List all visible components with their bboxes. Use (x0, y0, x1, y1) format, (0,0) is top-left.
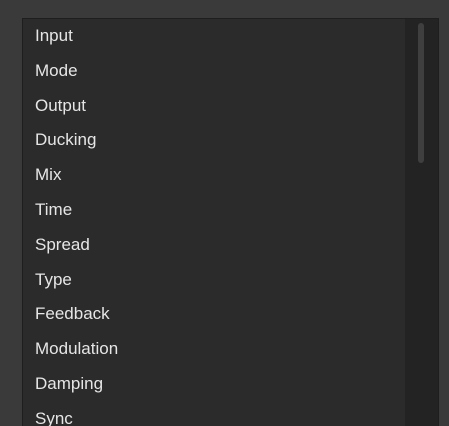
scrollbar-track[interactable] (405, 19, 438, 426)
list-item-output[interactable]: Output (23, 89, 405, 124)
list-item-time[interactable]: Time (23, 193, 405, 228)
list-item-ducking[interactable]: Ducking (23, 123, 405, 158)
list-item-type[interactable]: Type (23, 263, 405, 298)
list-item-modulation[interactable]: Modulation (23, 332, 405, 367)
list-item-feedback[interactable]: Feedback (23, 297, 405, 332)
list-item-damping[interactable]: Damping (23, 367, 405, 402)
list-item-mode[interactable]: Mode (23, 54, 405, 89)
parameter-list[interactable]: Input Mode Output Ducking Mix Time Sprea… (23, 19, 405, 426)
parameter-list-panel: Input Mode Output Ducking Mix Time Sprea… (22, 18, 439, 426)
window-background: Input Mode Output Ducking Mix Time Sprea… (0, 0, 449, 426)
list-item-input[interactable]: Input (23, 19, 405, 54)
list-item-mix[interactable]: Mix (23, 158, 405, 193)
list-item-sync[interactable]: Sync (23, 402, 405, 426)
list-item-spread[interactable]: Spread (23, 228, 405, 263)
scrollbar-thumb[interactable] (418, 23, 424, 163)
